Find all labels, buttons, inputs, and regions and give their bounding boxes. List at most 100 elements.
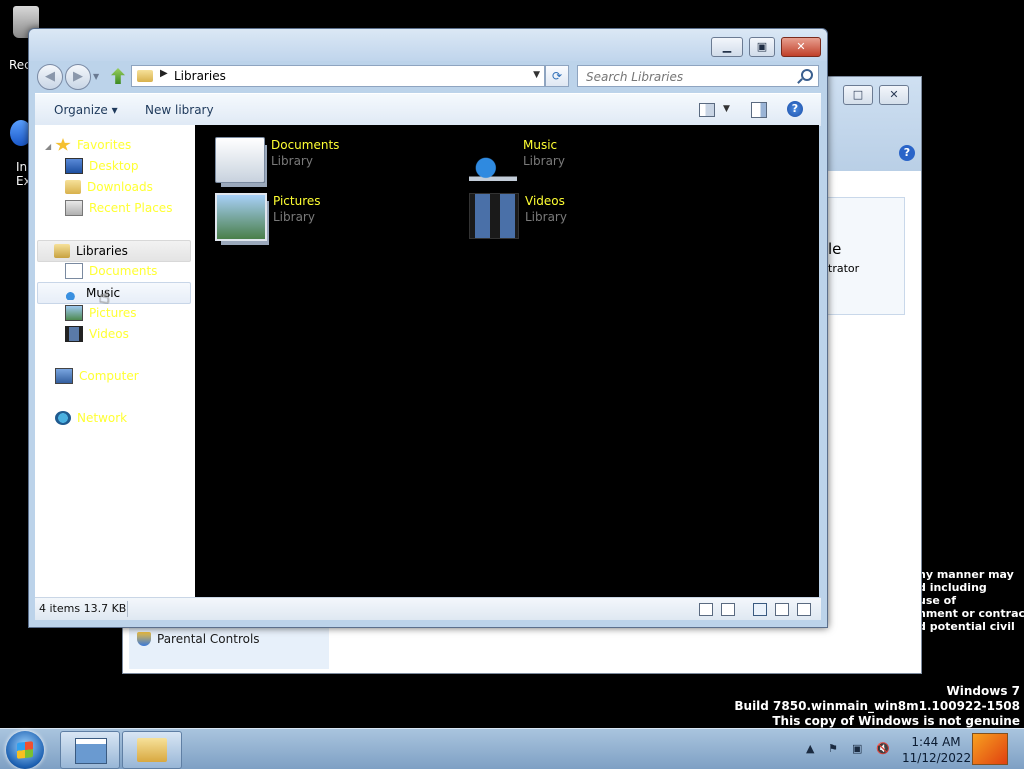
status-item-count: 4 items 13.7 KB [39, 602, 127, 615]
nav-label: Favorites [77, 138, 132, 152]
user-account-panel: le trator [827, 197, 905, 315]
watermark-line: This copy of Windows is not genuine [772, 714, 1020, 728]
legal-line: ny manner may [918, 568, 1014, 581]
library-type: Library [271, 154, 313, 168]
library-item-videos[interactable]: Videos Library [469, 193, 567, 239]
library-name: Videos [525, 194, 565, 208]
navigation-pane: ◢ Favorites Desktop Downloads Recent Pla… [35, 125, 196, 597]
library-name: Documents [271, 138, 340, 152]
organize-button[interactable]: Organize ▾ [54, 103, 118, 117]
bg-maximize-button[interactable]: □ [843, 85, 873, 105]
control-panel-icon [75, 738, 107, 764]
bg-help-icon[interactable]: ? [899, 145, 915, 161]
nav-label: Desktop [89, 159, 139, 173]
legal-line: use of [918, 594, 957, 607]
watermark-line: Build 7850.winmain_win8m1.100922-1508 [734, 699, 1020, 713]
nav-label: Network [77, 411, 128, 425]
show-hidden-icons-icon[interactable]: ▲ [806, 742, 814, 755]
folder-icon [137, 70, 153, 82]
address-dropdown-icon[interactable]: ▼ [533, 70, 540, 80]
breadcrumb-chevron-icon[interactable]: ▶ [160, 68, 168, 79]
libraries-explorer-window[interactable]: ▁ ▣ ✕ ◀ ▶ ▼ ▶ Libraries ▼ ⟳ Organize ▾ N… [28, 28, 828, 628]
search-box[interactable] [577, 65, 819, 87]
hand-cursor-icon: ☝ [99, 287, 110, 308]
taskbar-explorer-button[interactable] [122, 731, 182, 769]
library-name: Pictures [273, 194, 321, 208]
parental-controls-link[interactable]: Parental Controls [137, 632, 260, 646]
new-library-button[interactable]: New library [145, 103, 214, 117]
library-type: Library [525, 210, 567, 224]
panel-heading-partial: le [828, 240, 842, 258]
close-button[interactable]: ✕ [781, 37, 821, 57]
music-library-icon [469, 137, 517, 181]
navigation-pane-layout-icon[interactable] [753, 603, 767, 616]
search-input[interactable] [584, 68, 794, 86]
windows-watermark: Windows 7 Build 7850.winmain_win8m1.1009… [734, 684, 1020, 729]
library-item-pictures[interactable]: Pictures Library [215, 193, 321, 241]
up-arrow-icon[interactable] [111, 68, 125, 84]
music-note-icon [64, 286, 80, 300]
start-button[interactable] [6, 731, 44, 769]
preview-pane-layout-icon[interactable] [797, 603, 811, 616]
maximize-button[interactable]: ▣ [749, 37, 775, 57]
volume-muted-icon[interactable]: 🔇 [876, 742, 890, 755]
documents-library-icon [215, 137, 265, 183]
taskbar-control-panel-button[interactable] [60, 731, 120, 769]
bg-close-button[interactable]: ✕ [879, 85, 909, 105]
action-center-flag-icon[interactable]: ⚑ [828, 742, 838, 755]
forward-button[interactable]: ▶ [65, 64, 91, 90]
nav-item-libraries[interactable]: Libraries [37, 240, 191, 262]
status-divider [127, 601, 128, 617]
library-type: Library [273, 210, 315, 224]
refresh-button[interactable]: ⟳ [545, 65, 569, 87]
desktop-icon [65, 158, 83, 174]
breadcrumb-libraries[interactable]: Libraries [174, 69, 226, 83]
legal-line: nment or contract [918, 607, 1024, 620]
nav-label: Libraries [76, 244, 128, 258]
view-options-dropdown-icon[interactable]: ▼ [723, 104, 730, 114]
pictures-icon [65, 305, 83, 321]
downloads-folder-icon [65, 180, 81, 194]
preview-pane-icon[interactable] [751, 102, 767, 118]
nav-item-favorites[interactable]: Favorites [55, 135, 211, 155]
details-pane-layout-icon[interactable] [775, 603, 789, 616]
show-desktop-button[interactable] [972, 733, 1008, 765]
videos-icon [65, 326, 83, 342]
recent-pages-dropdown[interactable]: ▼ [93, 72, 99, 81]
help-icon[interactable]: ? [787, 101, 803, 117]
nav-item-network[interactable]: Network [55, 408, 211, 428]
title-bar[interactable]: ▁ ▣ ✕ [29, 29, 827, 61]
network-status-icon[interactable]: ▣ [852, 742, 862, 755]
minimize-button[interactable]: ▁ [711, 37, 743, 57]
change-view-icon[interactable] [699, 103, 715, 117]
file-list-area[interactable]: Documents Library Music Library Pictures… [195, 125, 819, 597]
library-item-documents[interactable]: Documents Library [215, 137, 339, 183]
nav-label: Documents [89, 264, 158, 278]
recent-places-icon [65, 200, 83, 216]
clock[interactable]: 1:44 AM 11/12/2022 [902, 734, 971, 766]
status-bar: 4 items 13.7 KB [35, 597, 821, 620]
taskbar: ▲ ⚑ ▣ 🔇 1:44 AM 11/12/2022 [0, 728, 1024, 769]
search-icon[interactable] [801, 69, 813, 81]
library-type: Library [523, 154, 565, 168]
nav-item-music[interactable]: Music [37, 282, 191, 304]
libraries-folder-icon [54, 244, 70, 258]
large-icons-view-icon[interactable] [721, 603, 735, 616]
address-bar[interactable]: ▶ Libraries ▼ [131, 65, 545, 87]
computer-icon [55, 368, 73, 384]
explorer-folder-icon [137, 738, 167, 762]
collapse-favorites-icon[interactable]: ◢ [45, 142, 51, 151]
nav-item-computer[interactable]: Computer [55, 366, 211, 386]
documents-icon [65, 263, 83, 279]
library-name: Music [523, 138, 558, 152]
clock-time: 1:44 AM [911, 735, 961, 749]
shield-icon [137, 632, 151, 646]
legal-notice-text: ny manner may d including use of nment o… [918, 568, 1024, 633]
back-button[interactable]: ◀ [37, 64, 63, 90]
nav-label: Computer [79, 369, 139, 383]
details-view-icon[interactable] [699, 603, 713, 616]
navigation-bar: ◀ ▶ ▼ ▶ Libraries ▼ ⟳ [29, 62, 827, 90]
star-icon [55, 138, 71, 151]
library-item-music[interactable]: Music Library [469, 137, 565, 181]
videos-library-icon [469, 193, 519, 239]
